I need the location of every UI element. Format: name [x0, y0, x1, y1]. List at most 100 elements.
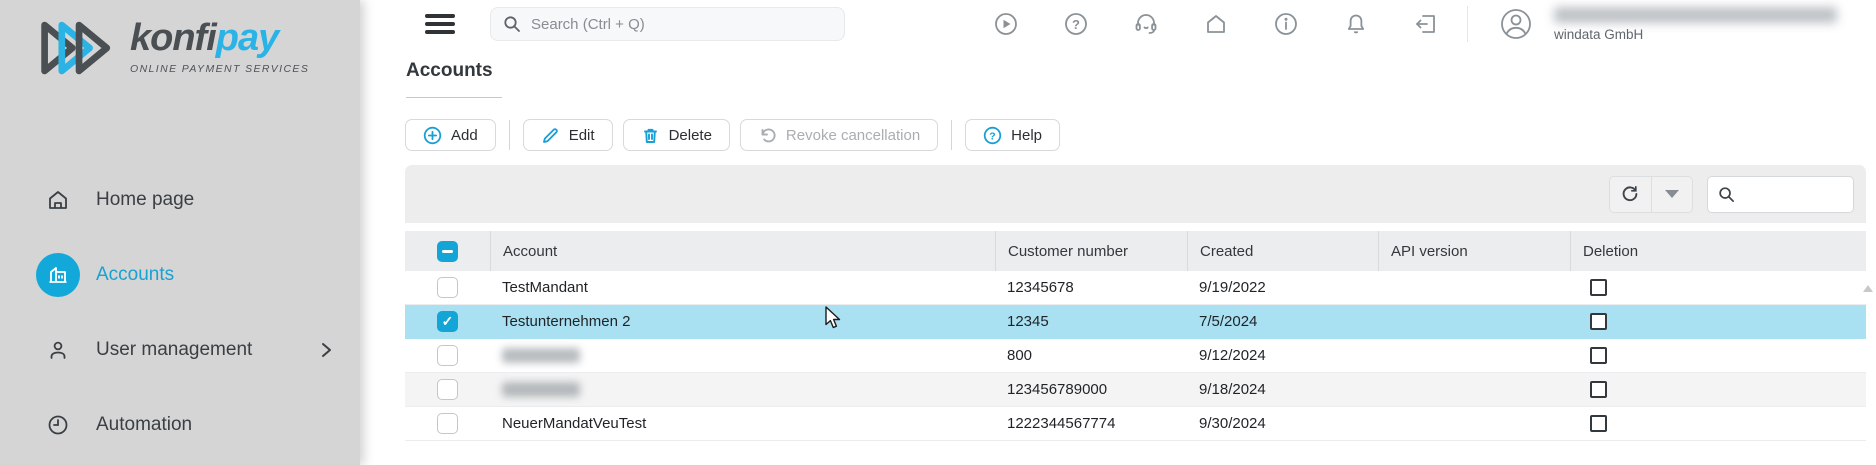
chevron-right-icon [320, 342, 332, 358]
help-button[interactable]: ? Help [965, 119, 1060, 151]
grid-search[interactable] [1707, 176, 1854, 213]
column-header-deletion[interactable]: Deletion [1570, 231, 1866, 271]
brand-primary: konfi [130, 17, 216, 59]
button-label: Delete [669, 127, 712, 144]
column-header-created[interactable]: Created [1187, 231, 1378, 271]
sidebar-item-label: User management [96, 339, 252, 361]
api-version-cell [1378, 373, 1570, 406]
user-text: windata GmbH [1554, 6, 1837, 42]
created-cell: 9/30/2024 [1187, 407, 1378, 440]
user-area[interactable]: windata GmbH [1498, 6, 1837, 42]
api-version-cell [1378, 339, 1570, 372]
deletion-cell [1570, 407, 1866, 440]
table-row[interactable]: TestMandant 12345678 9/19/2022 [405, 271, 1866, 305]
action-toolbar: Add Edit Delete Revoke cancellation [405, 119, 1060, 151]
column-header-api-version[interactable]: API version [1378, 231, 1570, 271]
deletion-cell [1570, 339, 1866, 372]
plus-circle-icon [423, 126, 442, 145]
created-cell: 7/5/2024 [1187, 305, 1378, 338]
sidebar-item-home-page[interactable]: Home page [0, 178, 360, 222]
search-icon [503, 15, 521, 33]
table-row[interactable]: NeuerMandatVeuTest 1222344567774 9/30/20… [405, 407, 1866, 441]
refresh-button[interactable] [1610, 177, 1651, 212]
home-icon[interactable] [1203, 11, 1229, 37]
search-icon [1718, 186, 1735, 203]
home-icon [36, 178, 80, 222]
revoke-cancellation-button[interactable]: Revoke cancellation [740, 119, 938, 151]
redacted-account-blur [502, 382, 580, 397]
column-header-customer-number[interactable]: Customer number [995, 231, 1187, 271]
sidebar-item-user-management[interactable]: User management [0, 328, 360, 372]
person-icon [36, 328, 80, 372]
account-cell: Testunternehmen 2 [490, 305, 995, 338]
grid-body: TestMandant 12345678 9/19/2022 Testunter… [405, 271, 1866, 441]
deletion-checkbox[interactable] [1590, 279, 1607, 296]
table-row[interactable]: 800 9/12/2024 [405, 339, 1866, 373]
deletion-checkbox[interactable] [1590, 381, 1607, 398]
row-checkbox-cell [405, 407, 490, 440]
title-underline [406, 97, 502, 98]
deletion-checkbox[interactable] [1590, 347, 1607, 364]
header-checkbox-cell [405, 231, 490, 271]
svg-text:?: ? [989, 130, 995, 142]
customer-number-cell: 12345 [995, 305, 1187, 338]
table-row[interactable]: 123456789000 9/18/2024 [405, 373, 1866, 407]
row-checkbox-cell [405, 339, 490, 372]
customer-number-cell: 1222344567774 [995, 407, 1187, 440]
bell-icon[interactable] [1343, 11, 1369, 37]
trash-icon [641, 126, 660, 145]
row-checkbox[interactable] [437, 311, 458, 332]
user-avatar-icon[interactable] [1498, 6, 1534, 42]
grid-search-input[interactable] [1743, 186, 1843, 202]
row-checkbox[interactable] [437, 379, 458, 400]
toolbar-separator [951, 120, 952, 150]
delete-button[interactable]: Delete [623, 119, 730, 151]
table-row[interactable]: Testunternehmen 2 12345 7/5/2024 [405, 305, 1866, 339]
button-label: Add [451, 127, 478, 144]
app-window: konfipay ONLINE PAYMENT SERVICES Home pa… [0, 0, 1876, 465]
sign-out-icon[interactable] [1413, 11, 1439, 37]
deletion-checkbox[interactable] [1590, 313, 1607, 330]
hamburger-menu-icon[interactable] [425, 14, 455, 34]
row-checkbox-cell [405, 305, 490, 338]
row-checkbox[interactable] [437, 413, 458, 434]
topbar-divider [1467, 6, 1468, 42]
scrollbar-up-arrow[interactable] [1863, 285, 1873, 292]
deletion-checkbox[interactable] [1590, 415, 1607, 432]
deletion-cell [1570, 271, 1866, 304]
sidebar-item-label: Accounts [96, 264, 174, 286]
row-checkbox[interactable] [437, 277, 458, 298]
customer-number-cell: 123456789000 [995, 373, 1187, 406]
logo-triangles-icon [36, 16, 124, 80]
svg-text:?: ? [1072, 17, 1080, 32]
api-version-cell [1378, 305, 1570, 338]
headset-icon[interactable] [1133, 11, 1159, 37]
account-cell [490, 339, 995, 372]
edit-button[interactable]: Edit [523, 119, 613, 151]
refresh-options-button[interactable] [1652, 177, 1693, 212]
info-circle-icon[interactable] [1273, 11, 1299, 37]
grid-toolbar [405, 165, 1866, 223]
main-area: ? [360, 0, 1876, 465]
logo-wordmark: konfipay ONLINE PAYMENT SERVICES [130, 16, 309, 75]
user-company: windata GmbH [1554, 27, 1837, 42]
row-checkbox[interactable] [437, 345, 458, 366]
user-email-redacted [1554, 7, 1837, 23]
deletion-cell [1570, 305, 1866, 338]
sidebar-item-accounts[interactable]: Accounts [0, 253, 360, 297]
help-circle-icon[interactable]: ? [1063, 11, 1089, 37]
sidebar-item-automation[interactable]: Automation [0, 403, 360, 447]
help-circle-icon: ? [983, 126, 1002, 145]
play-circle-icon[interactable] [993, 11, 1019, 37]
page-title: Accounts [406, 60, 493, 82]
row-checkbox-cell [405, 373, 490, 406]
global-search[interactable] [490, 7, 845, 41]
add-button[interactable]: Add [405, 119, 496, 151]
select-all-checkbox[interactable] [437, 241, 458, 262]
toolbar-separator [509, 120, 510, 150]
sidebar-item-label: Automation [96, 414, 192, 436]
created-cell: 9/19/2022 [1187, 271, 1378, 304]
column-header-account[interactable]: Account [490, 231, 995, 271]
search-input[interactable] [531, 16, 832, 33]
brand-accent: pay [216, 17, 278, 59]
